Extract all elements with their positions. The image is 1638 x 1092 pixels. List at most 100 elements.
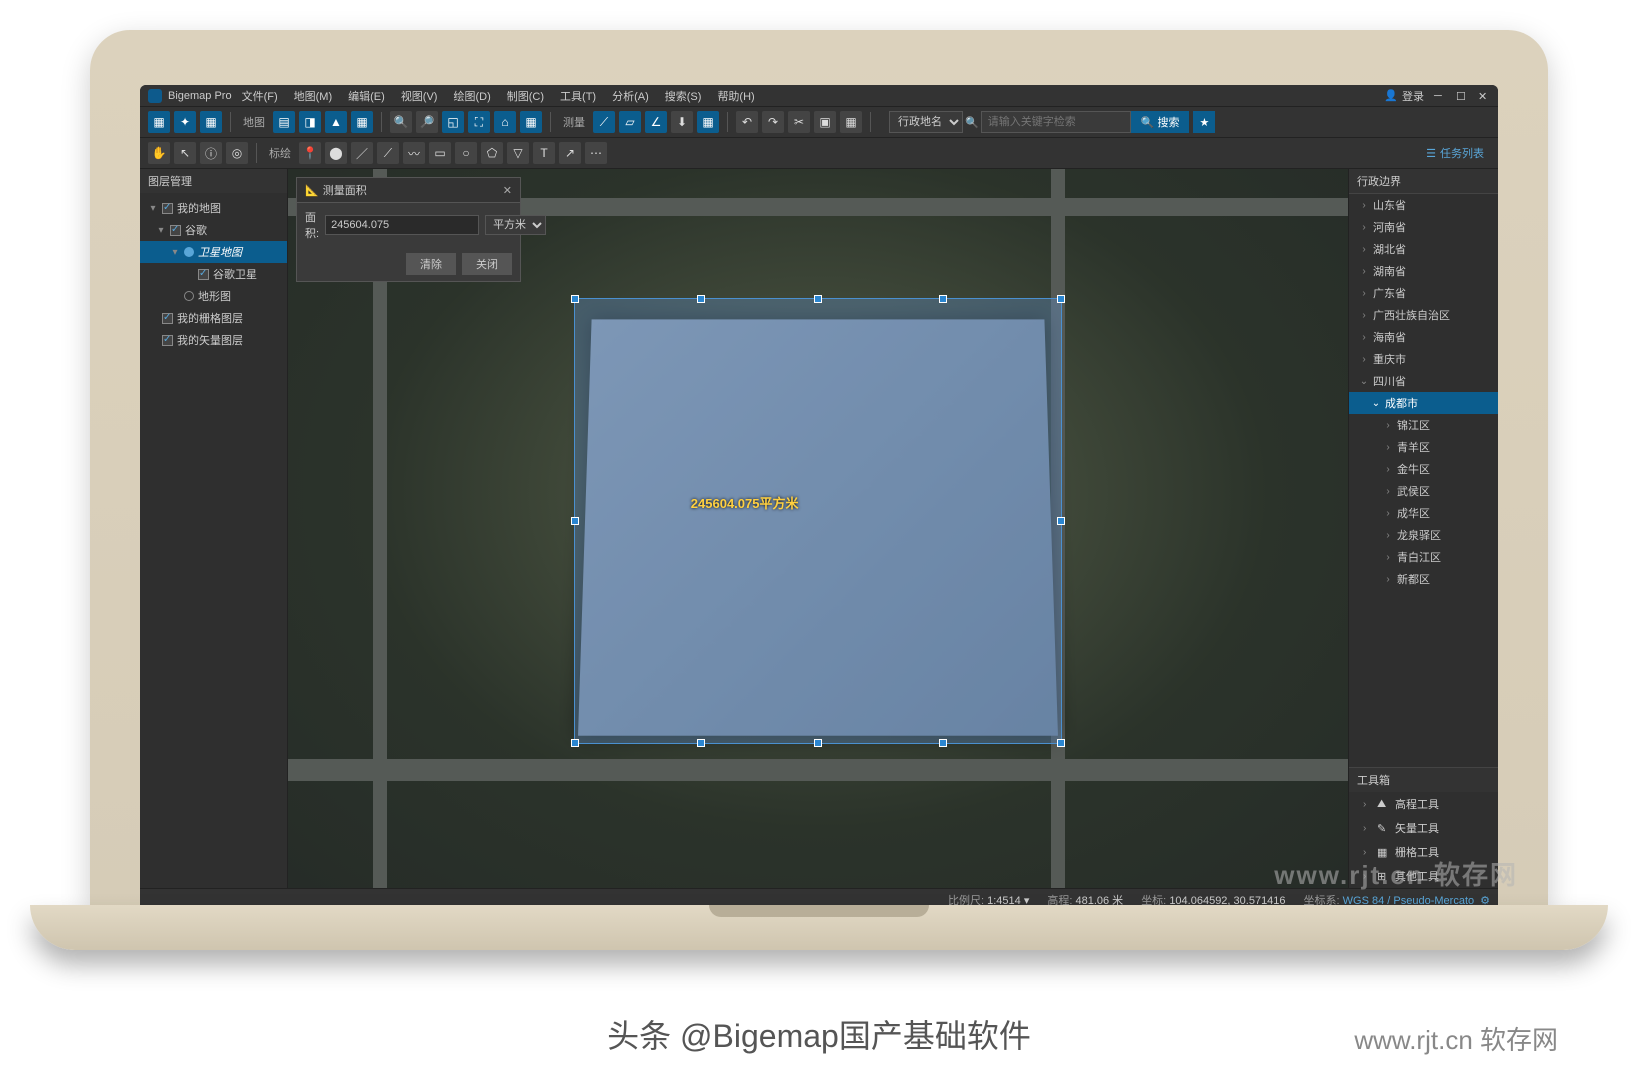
tool-text-icon[interactable]: T (533, 142, 555, 164)
tool-select-icon[interactable]: ↖ (174, 142, 196, 164)
tasklist-button[interactable]: ☰ 任务列表 (1426, 145, 1490, 161)
handle-nw[interactable] (571, 295, 579, 303)
handle-e[interactable] (1057, 517, 1065, 525)
tool-rect-icon[interactable]: ▭ (429, 142, 451, 164)
prov-shandong[interactable]: ›山东省 (1349, 194, 1498, 216)
tool-save-icon[interactable]: ▦ (200, 111, 222, 133)
tool-paste-icon[interactable]: ▦ (840, 111, 862, 133)
city-chengdu[interactable]: ⌄成都市 (1349, 392, 1498, 414)
selection-overlay[interactable] (574, 298, 1062, 744)
menu-edit[interactable]: 编辑(E) (342, 86, 391, 106)
menu-tools[interactable]: 工具(T) (554, 86, 602, 106)
tool-pan-icon[interactable]: ✋ (148, 142, 170, 164)
area-unit-select[interactable]: 平方米 (485, 215, 546, 235)
menu-analysis[interactable]: 分析(A) (606, 86, 655, 106)
tool-measure-angle-icon[interactable]: ∠ (645, 111, 667, 133)
tool-zoom-in-icon[interactable]: 🔍 (390, 111, 412, 133)
tool-measure-area-icon[interactable]: ▱ (619, 111, 641, 133)
tool-line-icon[interactable]: ／ (351, 142, 373, 164)
tree-google-sat[interactable]: 谷歌卫星 (140, 263, 287, 285)
measure-close-button[interactable]: 关闭 (462, 253, 512, 275)
measure-clear-button[interactable]: 清除 (406, 253, 456, 275)
handle-s[interactable] (814, 739, 822, 747)
login-link[interactable]: 登录 (1402, 88, 1424, 104)
menu-view[interactable]: 视图(V) (395, 86, 444, 106)
tool-more-icon[interactable]: ⋯ (585, 142, 607, 164)
tool-undo-icon[interactable]: ↶ (736, 111, 758, 133)
tool-triangle-icon[interactable]: ▽ (507, 142, 529, 164)
search-type-select[interactable]: 行政地名 (889, 111, 963, 133)
tool-export-icon[interactable]: ▦ (697, 111, 719, 133)
map-canvas[interactable]: 245604.075平方米 📐 测量面积 ✕ 面积: 平方米 清除 关闭 (288, 169, 1348, 888)
handle-n3[interactable] (939, 295, 947, 303)
tree-google[interactable]: ▾谷歌 (140, 219, 287, 241)
tool-extent-icon[interactable]: ◱ (442, 111, 464, 133)
handle-s3[interactable] (939, 739, 947, 747)
tool-grid-icon[interactable]: ▦ (520, 111, 542, 133)
menu-carto[interactable]: 制图(C) (501, 86, 550, 106)
handle-w[interactable] (571, 517, 579, 525)
tool-circle-icon[interactable]: ○ (455, 142, 477, 164)
area-value-input[interactable] (325, 215, 479, 235)
tool-hist-icon[interactable]: ▦ (351, 111, 373, 133)
tool-redo-icon[interactable]: ↷ (762, 111, 784, 133)
prov-chongqing[interactable]: ›重庆市 (1349, 348, 1498, 370)
dist-chenghua[interactable]: ›成华区 (1349, 502, 1498, 524)
prov-guangxi[interactable]: ›广西壮族自治区 (1349, 304, 1498, 326)
tree-vector[interactable]: 我的矢量图层 (140, 329, 287, 351)
prov-hubei[interactable]: ›湖北省 (1349, 238, 1498, 260)
search-input[interactable] (981, 111, 1131, 133)
tool-info-icon[interactable]: ⓘ (200, 142, 222, 164)
handle-sw[interactable] (571, 739, 579, 747)
toolbox-vector[interactable]: ›✎矢量工具 (1349, 816, 1498, 840)
menu-draw[interactable]: 绘图(D) (447, 86, 496, 106)
menu-help[interactable]: 帮助(H) (711, 86, 760, 106)
tool-copy-icon[interactable]: ▣ (814, 111, 836, 133)
dist-wuhou[interactable]: ›武侯区 (1349, 480, 1498, 502)
tool-open-icon[interactable]: ✦ (174, 111, 196, 133)
search-button[interactable]: 🔍 搜索 (1131, 111, 1190, 133)
tool-polygon-icon[interactable]: ⬠ (481, 142, 503, 164)
dist-longquanyi[interactable]: ›龙泉驿区 (1349, 524, 1498, 546)
tool-full-icon[interactable]: ⛶ (468, 111, 490, 133)
tool-3d-icon[interactable]: ▲ (325, 111, 347, 133)
tool-cut-icon[interactable]: ✂ (788, 111, 810, 133)
tree-raster[interactable]: 我的栅格图层 (140, 307, 287, 329)
maximize-icon[interactable]: ☐ (1456, 90, 1468, 102)
prov-guangdong[interactable]: ›广东省 (1349, 282, 1498, 304)
dist-qingyang[interactable]: ›青羊区 (1349, 436, 1498, 458)
handle-ne[interactable] (1057, 295, 1065, 303)
dist-jinjiang[interactable]: ›锦江区 (1349, 414, 1498, 436)
tool-layer-icon[interactable]: ▤ (273, 111, 295, 133)
dist-qingbaijiang[interactable]: ›青白江区 (1349, 546, 1498, 568)
prov-hunan[interactable]: ›湖南省 (1349, 260, 1498, 282)
tool-zoom-out-icon[interactable]: 🔎 (416, 111, 438, 133)
tree-terrain[interactable]: 地形图 (140, 285, 287, 307)
tool-measure-dist-icon[interactable]: ⟋ (593, 111, 615, 133)
dist-jinniu[interactable]: ›金牛区 (1349, 458, 1498, 480)
menu-file[interactable]: 文件(F) (236, 86, 284, 106)
menu-search[interactable]: 搜索(S) (659, 86, 708, 106)
tool-new-icon[interactable]: ▦ (148, 111, 170, 133)
measure-close-icon[interactable]: ✕ (503, 184, 512, 197)
tool-curve-icon[interactable]: 〰 (403, 142, 425, 164)
menu-map[interactable]: 地图(M) (288, 86, 339, 106)
tool-pin-icon[interactable]: 📍 (299, 142, 321, 164)
handle-se[interactable] (1057, 739, 1065, 747)
handle-n2[interactable] (697, 295, 705, 303)
tool-identify-icon[interactable]: ◎ (226, 142, 248, 164)
prov-sichuan[interactable]: ⌄四川省 (1349, 370, 1498, 392)
tool-arrow-icon[interactable]: ↗ (559, 142, 581, 164)
handle-s2[interactable] (697, 739, 705, 747)
tool-point-icon[interactable]: ⬤ (325, 142, 347, 164)
minimize-icon[interactable]: ─ (1434, 90, 1446, 102)
close-icon[interactable]: ✕ (1478, 90, 1490, 102)
dist-xindu[interactable]: ›新都区 (1349, 568, 1498, 590)
handle-n[interactable] (814, 295, 822, 303)
tool-download-icon[interactable]: ⬇ (671, 111, 693, 133)
tool-home-icon[interactable]: ⌂ (494, 111, 516, 133)
prov-henan[interactable]: ›河南省 (1349, 216, 1498, 238)
tool-basemap-icon[interactable]: ◨ (299, 111, 321, 133)
tree-satellite[interactable]: ▾卫星地图 (140, 241, 287, 263)
favorite-button[interactable]: ★ (1193, 111, 1215, 133)
